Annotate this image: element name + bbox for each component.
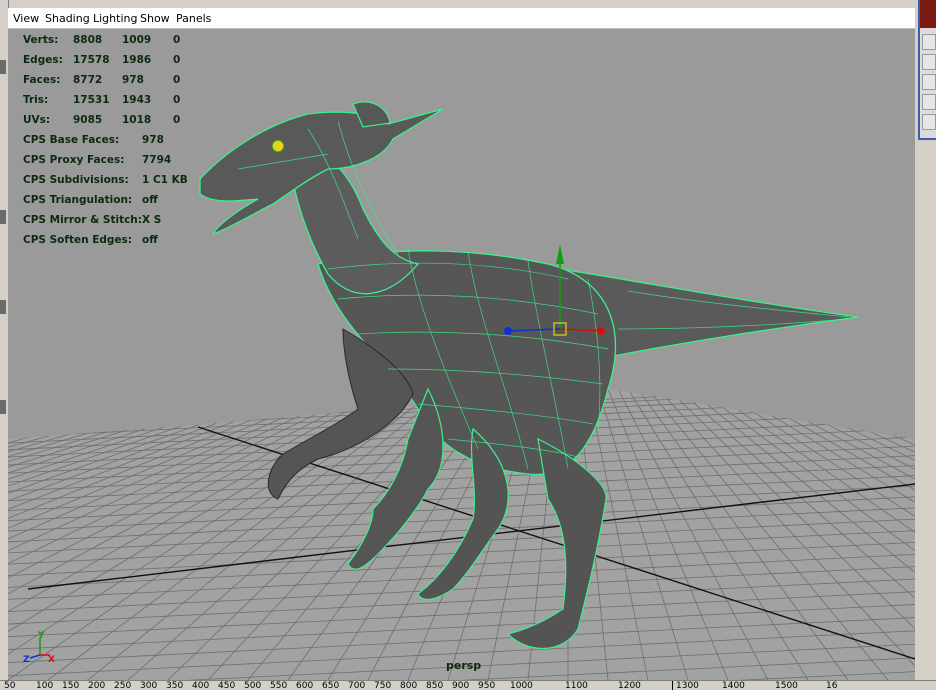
hud-value: 1018: [122, 114, 152, 126]
right-panel-button[interactable]: [922, 54, 936, 70]
hud-label: CPS Subdivisions:: [23, 174, 129, 186]
camera-name-label: persp: [446, 659, 482, 672]
hud-value: 8808: [73, 34, 103, 46]
hud-label: Tris:: [23, 94, 49, 106]
menu-view[interactable]: View: [13, 12, 39, 26]
right-panel-button[interactable]: [922, 74, 936, 90]
left-strip-mark: [0, 210, 6, 224]
viewport-menu-bar: View Shading Lighting Show Panels: [8, 9, 915, 29]
menu-lighting[interactable]: Lighting: [93, 12, 137, 26]
hud-value: 0: [173, 34, 181, 46]
hud-label: Faces:: [23, 74, 61, 86]
hud-label: Verts:: [23, 34, 59, 46]
menu-show[interactable]: Show: [140, 12, 170, 26]
hud-value: 1943: [122, 94, 152, 106]
hud-value: 1 C1 KB: [142, 174, 188, 186]
hud-value: 1009: [122, 34, 152, 46]
left-strip-mark: [0, 400, 6, 414]
hud-value: X S: [142, 214, 162, 226]
hud-value: 0: [173, 74, 181, 86]
left-strip-mark: [0, 300, 6, 314]
hud-value: 17531: [73, 94, 110, 106]
menu-shading[interactable]: Shading: [45, 12, 90, 26]
hud-value: 0: [173, 114, 181, 126]
right-panel-button[interactable]: [922, 114, 936, 130]
hud-value: 7794: [142, 154, 172, 166]
perspective-viewport[interactable]: View Shading Lighting Show Panels Verts:…: [8, 8, 915, 680]
right-tool-panel: [918, 0, 936, 140]
hud-value: 17578: [73, 54, 110, 66]
hud-label: CPS Triangulation:: [23, 194, 133, 206]
maya-window: View Shading Lighting Show Panels Verts:…: [0, 0, 936, 690]
hud-value: 8772: [73, 74, 103, 86]
left-strip-mark: [0, 60, 6, 74]
axis-label-x: X: [48, 655, 55, 665]
axis-indicator: Y X Z: [23, 631, 55, 665]
hud-label: CPS Base Faces:: [23, 134, 120, 146]
hud-value: 978: [122, 74, 144, 86]
hud-value: 978: [142, 134, 164, 146]
right-panel-header: [920, 0, 936, 28]
menu-panels[interactable]: Panels: [176, 12, 211, 26]
right-panel-button[interactable]: [922, 94, 936, 110]
right-panel-button[interactable]: [922, 34, 936, 50]
hud-value: off: [142, 234, 158, 246]
axis-label-y: Y: [37, 631, 45, 641]
hud-value: 0: [173, 54, 181, 66]
hud-value: 1986: [122, 54, 152, 66]
hud-label: CPS Soften Edges:: [23, 234, 133, 246]
hud-label: CPS Mirror & Stitch:: [23, 214, 142, 226]
hud-value: off: [142, 194, 158, 206]
hud-value: 0: [173, 94, 181, 106]
hud-label: UVs:: [23, 114, 51, 126]
hud-label: Edges:: [23, 54, 63, 66]
hud-label: CPS Proxy Faces:: [23, 154, 125, 166]
hud-value: 9085: [73, 114, 103, 126]
axis-label-z: Z: [23, 655, 30, 665]
